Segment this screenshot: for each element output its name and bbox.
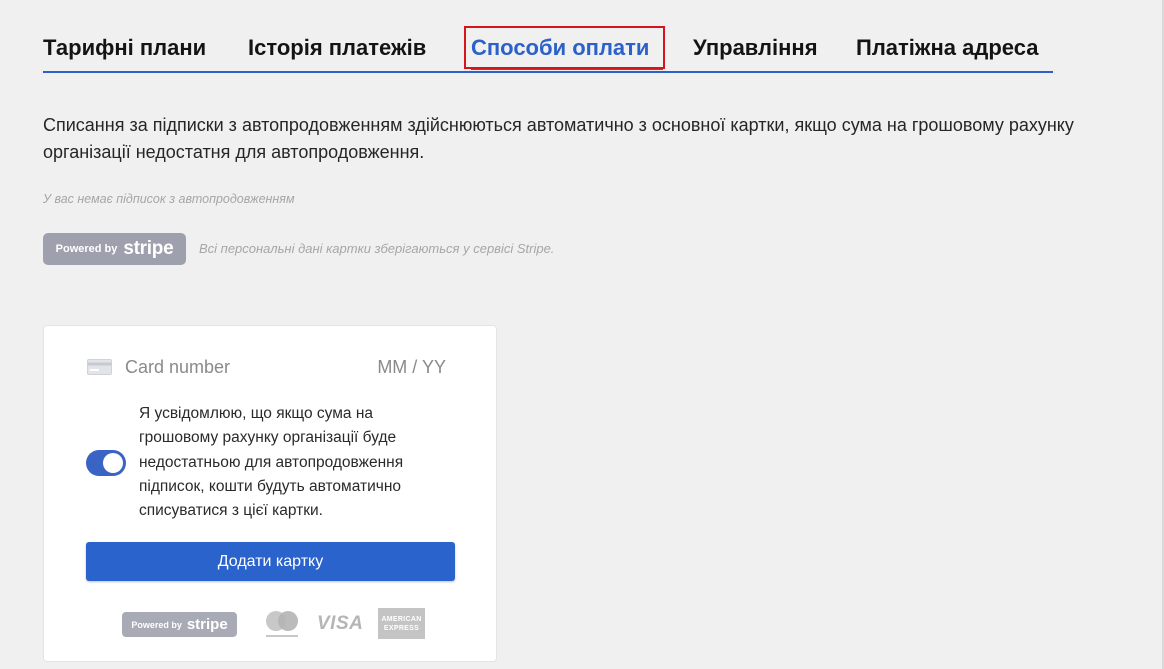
- stripe-storage-note: Всі персональні дані картки зберігаються…: [199, 241, 555, 256]
- powered-by-stripe-mini-badge: Powered by stripe: [122, 612, 237, 637]
- card-footer-logos: Powered by stripe VISA AMERICAN EXPRESS: [122, 608, 432, 640]
- stripe-logo: stripe: [123, 238, 174, 259]
- mini-powered-by-label: Powered by: [131, 619, 182, 630]
- no-subscriptions-text: У вас немає підписок з автопродовженням: [43, 192, 295, 206]
- powered-by-stripe-badge[interactable]: Powered by stripe: [43, 233, 186, 265]
- autorenew-info-text: Списання за підписки з автопродовженням …: [43, 115, 1074, 162]
- amex-line1: AMERICAN: [381, 615, 422, 623]
- consent-toggle[interactable]: [86, 450, 126, 476]
- powered-by-label: Powered by: [55, 243, 118, 255]
- tab-tariff-plans[interactable]: Тарифні плани: [43, 35, 206, 61]
- visa-icon: VISA: [317, 613, 364, 634]
- add-card-button[interactable]: Додати картку: [86, 542, 455, 581]
- tab-billing-address[interactable]: Платіжна адреса: [856, 35, 1038, 61]
- card-expiry-input[interactable]: [364, 357, 446, 378]
- tab-management[interactable]: Управління: [693, 35, 818, 61]
- consent-text: Я усвідомлюю, що якщо сума на грошовому …: [139, 405, 404, 520]
- mastercard-icon: [266, 611, 298, 637]
- card-number-input[interactable]: [125, 357, 345, 378]
- active-tab-indicator: [471, 67, 663, 70]
- toggle-knob: [103, 453, 123, 473]
- add-card-panel: Я усвідомлюю, що якщо сума на грошовому …: [43, 325, 497, 662]
- mini-stripe-logo: stripe: [186, 616, 228, 633]
- tab-payment-history[interactable]: Історія платежів: [248, 35, 426, 61]
- tab-payment-methods[interactable]: Способи оплати: [471, 35, 649, 61]
- credit-card-icon: [87, 359, 112, 375]
- amex-icon: AMERICAN EXPRESS: [378, 608, 425, 639]
- amex-line2: EXPRESS: [383, 624, 420, 632]
